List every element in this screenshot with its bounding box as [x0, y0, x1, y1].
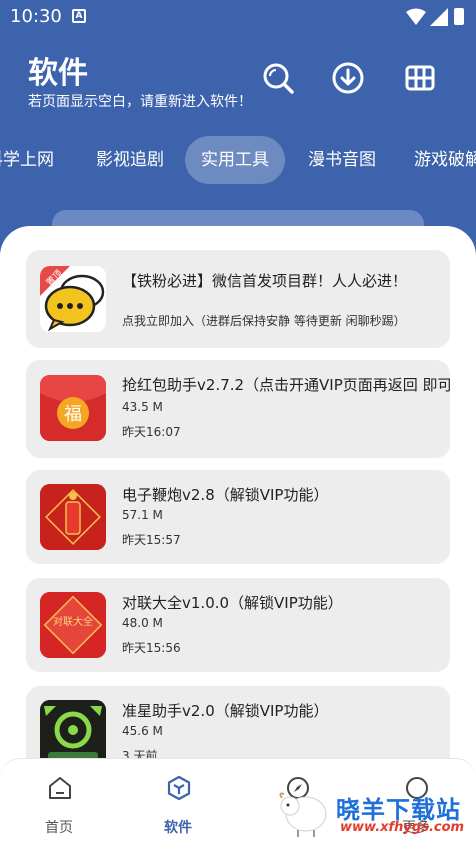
app-date: 昨天15:56: [122, 641, 181, 655]
category-tabs: 科学上网 影视追剧 实用工具 漫书音图 游戏破解: [0, 136, 476, 184]
notification-icon: A: [72, 9, 86, 23]
firecracker-icon: [40, 484, 106, 550]
page-title: 软件: [28, 56, 88, 91]
tab-books-music[interactable]: 漫书音图: [308, 136, 376, 184]
app-size: 43.5 M: [122, 400, 163, 414]
wifi-icon: [406, 8, 426, 25]
app-name: 电子鞭炮v2.8（解锁VIP功能）: [122, 486, 329, 504]
grid-icon: [405, 65, 435, 91]
page-subtitle: 若页面显示空白，请重新进入软件！: [28, 94, 252, 110]
couplet-text: 对联大全: [53, 615, 93, 628]
tab-vpn[interactable]: 科学上网: [0, 136, 54, 184]
signal-icon: [430, 8, 448, 26]
download-icon: [332, 62, 364, 94]
app-date: 昨天15:57: [122, 533, 181, 547]
app-list-sheet: 置顶 【铁粉必进】微信首发项目群！人人必进！ 点我立即加入（进群后保持安静 等待…: [0, 226, 476, 846]
app-description: 点我立即加入（进群后保持安静 等待更新 闲聊秒踢）: [122, 314, 406, 328]
list-item[interactable]: 置顶 【铁粉必进】微信首发项目群！人人必进！ 点我立即加入（进群后保持安静 等待…: [26, 250, 450, 348]
app-size: 57.1 M: [122, 508, 163, 522]
app-name: 【铁粉必进】微信首发项目群！人人必进！: [122, 272, 408, 290]
home-icon: [49, 777, 71, 799]
site-watermark: 晓羊下载站 www.xfhygs.com: [276, 784, 476, 840]
tab-game-crack[interactable]: 游戏破解: [414, 136, 476, 184]
app-name: 对联大全v1.0.0（解锁VIP功能）: [122, 594, 343, 612]
grid-view-button[interactable]: [402, 60, 438, 96]
app-size: 45.6 M: [122, 724, 163, 738]
search-icon: [263, 63, 294, 94]
list-item[interactable]: 福 抢红包助手v2.7.2（点击开通VIP页面再返回 即可 43.5 M 昨天1…: [26, 360, 450, 458]
tab-tools[interactable]: 实用工具: [185, 136, 285, 184]
crosshair-icon: [40, 700, 106, 766]
watermark-url: www.xfhygs.com: [340, 820, 465, 835]
nav-home-label: 首页: [45, 820, 73, 836]
fu-character: 福: [64, 404, 82, 425]
sheep-logo-icon: [279, 792, 327, 837]
tab-video[interactable]: 影视追剧: [96, 136, 164, 184]
battery-icon: [454, 8, 464, 25]
download-button[interactable]: [330, 60, 366, 96]
nav-home[interactable]: 首页: [14, 759, 104, 846]
couplet-icon: 对联大全: [40, 592, 106, 658]
status-bar: 10:30 A: [0, 0, 476, 34]
red-envelope-icon: 福: [40, 375, 106, 441]
app-name: 准星助手v2.0（解锁VIP功能）: [122, 702, 329, 720]
app-name: 抢红包助手v2.7.2（点击开通VIP页面再返回 即可: [122, 376, 450, 394]
app-size: 48.0 M: [122, 616, 163, 630]
status-time: 10:30: [10, 6, 62, 27]
nav-software-label: 软件: [164, 820, 192, 836]
apps-icon: [167, 775, 191, 801]
wechat-group-icon: 置顶: [40, 266, 106, 332]
list-item[interactable]: 电子鞭炮v2.8（解锁VIP功能） 57.1 M 昨天15:57: [26, 470, 450, 564]
list-item[interactable]: 对联大全 对联大全v1.0.0（解锁VIP功能） 48.0 M 昨天15:56: [26, 578, 450, 672]
app-date: 昨天16:07: [122, 425, 181, 439]
nav-software[interactable]: 软件: [133, 759, 223, 846]
search-button[interactable]: [260, 60, 296, 96]
